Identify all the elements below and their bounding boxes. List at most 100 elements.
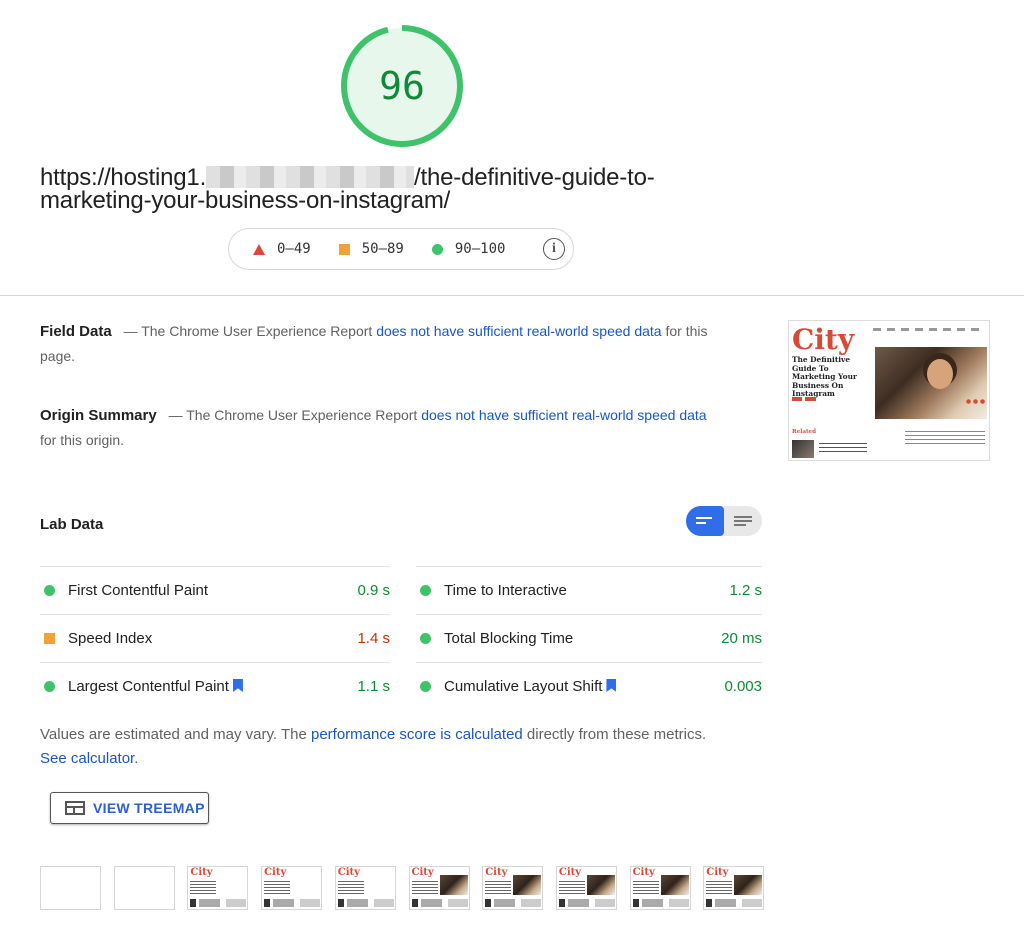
frame-text xyxy=(706,881,733,895)
legend-label: 0–49 xyxy=(277,241,311,257)
frame-logo: City xyxy=(558,867,582,878)
frame-photo xyxy=(513,875,542,895)
frame-footer xyxy=(337,899,394,907)
metrics-column-right: Time to Interactive 1.2 s Total Blocking… xyxy=(416,566,762,710)
filmstrip-frame[interactable]: City xyxy=(703,866,765,910)
metric-time-to-interactive: Time to Interactive 1.2 s xyxy=(416,566,762,614)
frame-logo: City xyxy=(190,867,213,878)
frame-footer xyxy=(264,899,321,907)
url-path-line2: marketing-your-business-on-instagram/ xyxy=(40,187,451,214)
filmstrip-frame[interactable] xyxy=(40,866,101,910)
frame-logo: City xyxy=(632,867,655,878)
circle-icon xyxy=(431,243,443,255)
performance-score-gauge: 96 xyxy=(340,24,464,148)
origin-summary-section: Origin Summary — The Chrome User Experie… xyxy=(40,403,710,453)
legend-item-average: 50–89 xyxy=(338,241,404,257)
legend-item-pass: 90–100 xyxy=(431,241,506,257)
share-buttons xyxy=(792,397,816,401)
frame-text xyxy=(485,881,512,895)
compact-view-button[interactable] xyxy=(686,506,724,536)
filmstrip-frame[interactable]: City xyxy=(261,866,323,910)
article-photo xyxy=(875,347,987,419)
tested-url: https://hosting1./the-definitive-guide-t… xyxy=(40,164,740,214)
frame-logo: City xyxy=(485,867,508,878)
metric-speed-index: Speed Index 1.4 s xyxy=(40,614,390,662)
site-nav xyxy=(873,328,983,331)
frame-logo: City xyxy=(337,867,360,878)
social-icons xyxy=(965,399,985,404)
filmstrip-frame[interactable]: City xyxy=(408,866,470,910)
frame-photo xyxy=(660,875,689,895)
filmstrip-frame[interactable] xyxy=(113,866,175,910)
pass-circle-icon xyxy=(420,585,431,596)
metric-value: 1.2 s xyxy=(729,582,762,599)
metric-first-contentful-paint: First Contentful Paint 0.9 s xyxy=(40,566,390,614)
pass-circle-icon xyxy=(44,585,55,596)
estimate-notes: Values are estimated and may vary. The p… xyxy=(40,723,720,771)
frame-photo xyxy=(734,875,763,895)
field-data-link[interactable]: does not have sufficient real-world spee… xyxy=(376,323,661,339)
notes-text: . xyxy=(134,750,139,767)
metric-label: Largest Contentful Paint xyxy=(68,678,229,695)
frame-footer xyxy=(485,899,542,907)
view-treemap-label: VIEW TREEMAP xyxy=(93,800,205,816)
origin-summary-link[interactable]: does not have sufficient real-world spee… xyxy=(421,407,706,423)
score-legend: 0–49 50–89 90–100 i xyxy=(228,228,574,270)
notes-text: Values are estimated and may vary. The xyxy=(40,726,307,743)
metric-value: 0.9 s xyxy=(357,582,390,599)
field-data-text: — The Chrome User Experience Report xyxy=(123,323,373,339)
filmstrip-frame[interactable]: City xyxy=(334,866,396,910)
expanded-view-button[interactable] xyxy=(724,506,762,536)
frame-text xyxy=(411,881,438,895)
site-logo: City xyxy=(792,323,855,356)
frame-photo xyxy=(586,875,615,895)
article-body-text xyxy=(905,431,985,445)
frame-text xyxy=(558,881,585,895)
metrics-view-toggle[interactable] xyxy=(686,506,762,536)
origin-summary-heading: Origin Summary xyxy=(40,407,157,424)
origin-summary-text-end: for this origin. xyxy=(40,432,125,448)
frame-text xyxy=(337,881,364,895)
frame-photo xyxy=(439,875,468,895)
metric-value: 1.4 s xyxy=(357,630,390,647)
metric-value: 20 ms xyxy=(721,630,762,647)
frame-footer xyxy=(190,899,247,907)
url-path-line1: /the-definitive-guide-to- xyxy=(414,164,655,191)
frame-text xyxy=(190,881,217,895)
square-icon xyxy=(338,243,350,255)
frame-logo: City xyxy=(264,867,287,878)
filmstrip-frame[interactable]: City xyxy=(482,866,544,910)
frame-logo: City xyxy=(706,867,729,878)
frame-text xyxy=(264,881,291,895)
related-heading: Related xyxy=(792,429,817,435)
legend-label: 90–100 xyxy=(454,241,506,257)
see-calculator-link[interactable]: See calculator xyxy=(40,750,134,767)
filmstrip-frame[interactable]: City xyxy=(187,866,249,910)
related-text xyxy=(819,443,867,453)
metric-value: 0.003 xyxy=(724,678,762,695)
compact-lines-icon xyxy=(696,516,714,526)
metric-label: Speed Index xyxy=(68,630,153,647)
section-divider xyxy=(0,295,1024,296)
lab-data-heading: Lab Data xyxy=(40,516,104,533)
metric-cumulative-layout-shift: Cumulative Layout Shift 0.003 xyxy=(416,662,762,710)
bookmark-icon xyxy=(232,679,243,692)
average-square-icon xyxy=(44,633,55,644)
info-icon[interactable]: i xyxy=(543,238,565,260)
frame-footer xyxy=(411,899,468,907)
metric-label: Cumulative Layout Shift xyxy=(444,678,603,695)
origin-summary-text: — The Chrome User Experience Report xyxy=(168,407,418,423)
filmstrip-frame[interactable]: City xyxy=(555,866,617,910)
pass-circle-icon xyxy=(420,681,431,692)
field-data-section: Field Data — The Chrome User Experience … xyxy=(40,319,710,369)
pass-circle-icon xyxy=(420,633,431,644)
score-calculated-link[interactable]: performance score is calculated xyxy=(311,726,523,743)
frame-footer xyxy=(706,899,763,907)
filmstrip-frame[interactable]: City xyxy=(629,866,691,910)
metric-label-wrap: Largest Contentful Paint xyxy=(68,678,357,695)
frame-footer xyxy=(558,899,615,907)
treemap-icon xyxy=(65,801,85,815)
triangle-icon xyxy=(253,243,265,255)
final-screenshot[interactable]: City The Definitive Guide To Marketing Y… xyxy=(788,320,990,461)
view-treemap-button[interactable]: VIEW TREEMAP xyxy=(50,792,209,824)
